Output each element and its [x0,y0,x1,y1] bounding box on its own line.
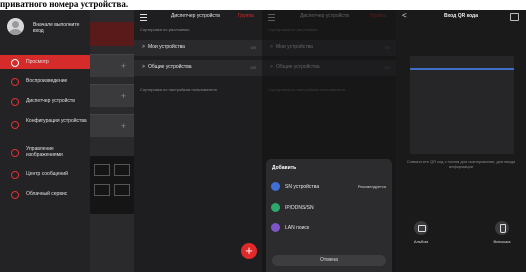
menu-item-preview[interactable]: Просмотр [0,55,90,69]
background-control-area [90,156,134,214]
device-config-icon [11,121,19,129]
top-bar: Диспетчер устройств Группа [134,10,262,24]
avatar-head-icon [12,21,19,28]
plus-icon: + [120,91,126,101]
background-tile: + [90,84,134,107]
list-item-label: Общие устройства [148,64,192,70]
page-caption: приватного номера устройства. [0,0,129,9]
album-label: Альбом [413,239,429,244]
add-device-button[interactable]: + [241,243,257,259]
page-title: Диспетчер устройств [171,13,220,19]
qr-scan-screen: < Вход QR кода Совместите QR код с полем… [396,10,526,272]
menu-item-image-management[interactable]: Управление изображениями [0,142,90,164]
menu-item-playback[interactable]: Воспроизведение [0,74,90,88]
section-label: Сортировка по настройкам пользователя [140,87,217,92]
list-item-label: Мои устройства [148,44,185,50]
menu-item-label: Центр сообщений [26,171,68,177]
album-icon [418,225,426,232]
gallery-icon[interactable] [510,13,519,21]
preview-icon [11,59,19,67]
page-title: Вход QR кода [443,13,479,19]
cloud-service-icon [11,191,19,199]
chevron-right-icon: > [142,64,145,70]
avatar-body-icon [9,29,22,35]
menu-item-device-config[interactable]: Конфигурация устройства [0,114,90,136]
option-label: LAN поиск [285,225,310,231]
chevron-right-icon: > [142,44,145,50]
menu-item-cloud-service[interactable]: Облачный сервис [0,187,90,201]
menu-item-label: Облачный сервис [26,191,68,197]
menu-item-message-center[interactable]: Центр сообщений [0,167,90,181]
chevron-right-icon: > [270,64,273,70]
background-live-view: + + + [90,10,134,272]
add-device-screen: Диспетчер устройств Группа Сортировка по… [262,10,396,272]
scan-line [410,68,514,70]
flashlight-label: Вспышка [493,239,511,244]
section-label: Сортировка по умолчанию [268,27,318,32]
group-tab: Группа [370,13,386,19]
login-prompt[interactable]: Вначале выполните вход [33,22,89,34]
side-menu-screen: + + + Вначале выполните вход Просмотр Во… [0,10,134,272]
avatar[interactable] [7,18,24,35]
menu-item-label: Диспетчер устройств [26,98,75,104]
option-label: SN устройства [285,184,320,190]
menu-item-label: Просмотр [26,59,49,65]
list-item[interactable]: > Общие устройства 0/0 [134,60,262,76]
scan-viewfinder [410,56,514,154]
menu-icon[interactable] [140,14,147,21]
lan-icon [271,223,280,232]
sheet-title: Добавить [272,165,297,171]
control-square-icon [114,164,130,176]
chevron-right-icon: > [270,44,273,50]
control-square-icon [94,184,110,196]
album-button[interactable] [414,221,428,235]
ip-icon [271,203,280,212]
device-count: 0/0 [250,65,256,70]
device-count: 0/0 [250,45,256,50]
device-manager-screen: Диспетчер устройств Группа Сортировка по… [134,10,262,272]
device-count: 0/0 [384,45,390,50]
menu-item-device-manager[interactable]: Диспетчер устройств [0,94,90,108]
sn-icon [271,182,280,191]
add-sheet: Добавить SN устройства Рекомендуется IP/… [266,159,392,272]
section-label: Сортировка по умолчанию [140,27,190,32]
flashlight-icon [500,224,506,233]
control-square-icon [114,184,130,196]
list-item-label: Общие устройства [276,64,320,70]
control-square-icon [94,164,110,176]
group-tab[interactable]: Группа [238,13,254,19]
plus-icon: + [120,121,126,131]
section-label: Сортировка по настройкам пользователя [268,87,345,92]
list-item[interactable]: > Мои устройства 0/0 [134,40,262,56]
list-item-label: Мои устройства [276,44,313,50]
side-menu-panel: Вначале выполните вход Просмотр Воспроиз… [0,10,90,272]
background-red-header [90,22,134,46]
recommended-badge: Рекомендуется [357,184,386,189]
device-manager-icon [11,98,19,106]
option-device-sn[interactable]: SN устройства Рекомендуется [266,179,392,195]
option-label: IP/DDNS/SN [285,205,314,211]
message-center-icon [11,171,19,179]
option-lan-search[interactable]: LAN поиск [266,220,392,236]
option-ip-ddns[interactable]: IP/DDNS/SN [266,200,392,216]
page-title: Диспетчер устройств [300,13,349,19]
list-item: > Общие устройства 0/0 [262,60,396,76]
list-item: > Мои устройства 0/0 [262,40,396,56]
image-management-icon [11,149,19,157]
menu-item-label: Воспроизведение [26,78,68,84]
scan-hint: Совместите QR код с полем для сканирован… [406,159,516,169]
flashlight-button[interactable] [495,221,509,235]
playback-icon [11,78,19,86]
menu-item-label: Конфигурация устройства [26,118,87,124]
background-tile: + [90,114,134,137]
menu-item-label: Управление изображениями [26,146,63,158]
menu-icon [268,14,275,21]
cancel-button[interactable]: Отмена [272,255,386,266]
background-tile: + [90,54,134,77]
plus-icon: + [120,61,126,71]
device-count: 0/0 [384,65,390,70]
